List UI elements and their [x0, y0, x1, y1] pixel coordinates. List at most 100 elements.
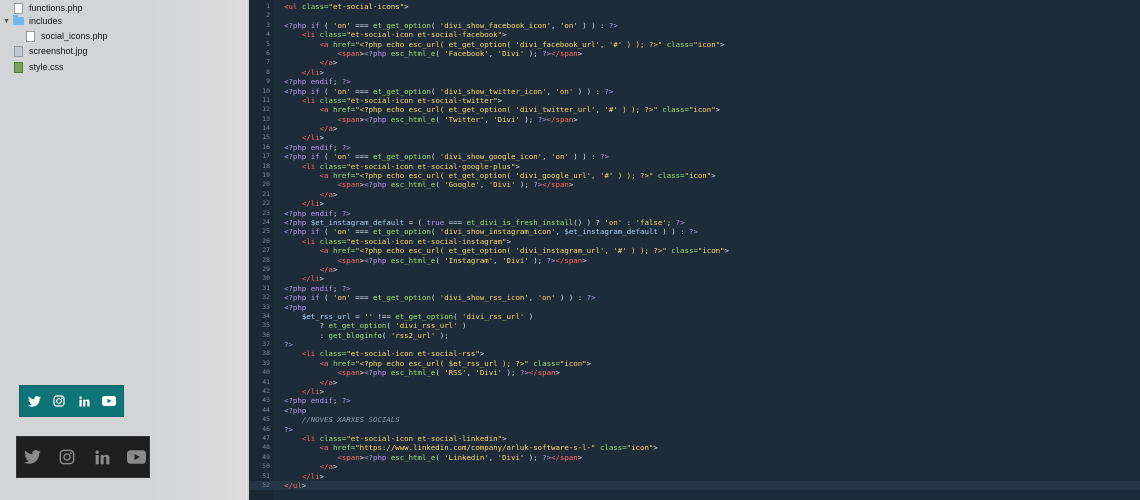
code-text[interactable]: <?php endif; ?> [284, 77, 351, 86]
instagram-icon[interactable] [51, 393, 67, 409]
code-text[interactable]: ?> [284, 425, 293, 434]
code-text[interactable]: <a href="<?php echo esc_url( $et_rss_url… [284, 359, 591, 368]
linkedin-icon[interactable] [92, 447, 112, 467]
code-line[interactable]: 25 <?php if ( 'on' === et_get_option( 'di… [249, 227, 1140, 236]
code-text[interactable]: <li class="et-social-icon et-social-inst… [284, 237, 511, 246]
code-line[interactable]: 12 <a href="<?php echo esc_url( et_get_o… [249, 105, 1140, 114]
code-line[interactable]: 23 <?php endif; ?> [249, 209, 1140, 218]
code-line[interactable]: 41 </a> [249, 378, 1140, 387]
code-line[interactable]: 28 <span><?php esc_html_e( 'Instagram', … [249, 256, 1140, 265]
code-line[interactable]: 32 <?php if ( 'on' === et_get_option( 'di… [249, 293, 1140, 302]
code-line[interactable]: 17 <?php if ( 'on' === et_get_option( 'di… [249, 152, 1140, 161]
code-line[interactable]: 15 </li> [249, 133, 1140, 142]
code-line[interactable]: 18 <li class="et-social-icon et-social-g… [249, 162, 1140, 171]
code-line[interactable]: 46 ?> [249, 425, 1140, 434]
disclosure-triangle-icon[interactable]: ▼ [3, 18, 13, 25]
code-text[interactable]: </li> [284, 472, 324, 481]
code-text[interactable]: </li> [284, 387, 324, 396]
code-line[interactable]: 45 //NOVES XARXES SOCIALS [249, 415, 1140, 424]
code-line[interactable]: 30 </li> [249, 274, 1140, 283]
code-text[interactable]: <li class="et-social-icon et-social-twit… [284, 96, 502, 105]
code-text[interactable]: <span><?php esc_html_e( 'Instagram', 'Di… [284, 256, 586, 265]
tree-item-style-css[interactable]: style.css [14, 59, 64, 75]
code-text[interactable]: : get_bloginfo( 'rss2_url' ); [284, 331, 449, 340]
code-line[interactable]: 7 </a> [249, 58, 1140, 67]
code-line[interactable]: 5 <a href="<?php echo esc_url( et_get_op… [249, 40, 1140, 49]
code-text[interactable]: <li class="et-social-icon et-social-rss"… [284, 349, 484, 358]
code-line[interactable]: 52 </ul> [249, 480, 1140, 491]
code-text[interactable]: <ul class="et-social-icons"> [284, 2, 409, 11]
code-line[interactable]: 16 <?php endif; ?> [249, 143, 1140, 152]
code-text[interactable]: </a> [284, 124, 338, 133]
code-text[interactable]: </a> [284, 462, 338, 471]
code-line[interactable]: 3 <?php if ( 'on' === et_get_option( 'div… [249, 21, 1140, 30]
code-line[interactable]: 24 <?php $et_instagram_default = ( true =… [249, 218, 1140, 227]
code-line[interactable]: 35 ? et_get_option( 'divi_rss_url' ) [249, 321, 1140, 330]
code-text[interactable]: </li> [284, 133, 324, 142]
twitter-icon[interactable] [22, 447, 42, 467]
code-line[interactable]: 20 <span><?php esc_html_e( 'Google', 'Di… [249, 180, 1140, 189]
code-text[interactable]: <?php if ( 'on' === et_get_option( 'divi… [284, 227, 698, 236]
code-text[interactable]: <?php if ( 'on' === et_get_option( 'divi… [284, 21, 618, 30]
code-text[interactable]: </li> [284, 274, 324, 283]
tree-item-social-icons[interactable]: social_icons.php [26, 28, 108, 44]
instagram-icon[interactable] [57, 447, 77, 467]
code-lines[interactable]: 1 <ul class="et-social-icons"> 2 3 <?php if … [249, 2, 1140, 491]
linkedin-icon[interactable] [76, 393, 92, 409]
tree-item-screenshot[interactable]: screenshot.jpg [14, 43, 88, 59]
code-line[interactable]: 29 </a> [249, 265, 1140, 274]
code-text[interactable]: <li class="et-social-icon et-social-link… [284, 434, 507, 443]
code-text[interactable]: <a href="https://www.linkedin.com/compan… [284, 443, 658, 452]
code-text[interactable]: <li class="et-social-icon et-social-face… [284, 30, 507, 39]
code-text[interactable]: <?php endif; ?> [284, 396, 351, 405]
code-line[interactable]: 26 <li class="et-social-icon et-social-i… [249, 237, 1140, 246]
code-text[interactable]: //NOVES XARXES SOCIALS [284, 415, 400, 424]
code-line[interactable]: 51 </li> [249, 472, 1140, 481]
code-line[interactable]: 44 <?php [249, 406, 1140, 415]
tree-item-includes-folder[interactable]: ▼ includes [3, 13, 62, 29]
code-line[interactable]: 47 <li class="et-social-icon et-social-l… [249, 434, 1140, 443]
code-text[interactable]: <span><?php esc_html_e( 'Google', 'Divi'… [284, 180, 573, 189]
code-line[interactable]: 19 <a href="<?php echo esc_url( et_get_o… [249, 171, 1140, 180]
code-line[interactable]: 9 <?php endif; ?> [249, 77, 1140, 86]
code-line[interactable]: 36 : get_bloginfo( 'rss2_url' ); [249, 331, 1140, 340]
code-text[interactable]: <?php endif; ?> [284, 209, 351, 218]
code-line[interactable]: 48 <a href="https://www.linkedin.com/com… [249, 443, 1140, 452]
code-line[interactable]: 49 <span><?php esc_html_e( 'Linkedin', '… [249, 453, 1140, 462]
code-line[interactable]: 4 <li class="et-social-icon et-social-fa… [249, 30, 1140, 39]
code-line[interactable]: 43 <?php endif; ?> [249, 396, 1140, 405]
code-editor[interactable]: 1 <ul class="et-social-icons"> 2 3 <?php if … [249, 0, 1140, 500]
code-line[interactable]: 22 </li> [249, 199, 1140, 208]
code-line[interactable]: 40 <span><?php esc_html_e( 'RSS', 'Divi'… [249, 368, 1140, 377]
code-line[interactable]: 27 <a href="<?php echo esc_url( et_get_o… [249, 246, 1140, 255]
code-text[interactable]: <?php if ( 'on' === et_get_option( 'divi… [284, 293, 596, 302]
code-line[interactable]: 42 </li> [249, 387, 1140, 396]
code-text[interactable]: <?php [284, 406, 306, 415]
code-text[interactable]: </ul> [284, 481, 306, 490]
code-text[interactable]: </li> [284, 68, 324, 77]
code-text[interactable]: <?php endif; ?> [284, 284, 351, 293]
code-text[interactable]: <?php endif; ?> [284, 143, 351, 152]
code-text[interactable]: </a> [284, 190, 338, 199]
code-text[interactable]: </a> [284, 378, 338, 387]
twitter-icon[interactable] [26, 393, 42, 409]
code-line[interactable]: 2 [249, 11, 1140, 20]
code-text[interactable]: <a href="<?php echo esc_url( et_get_opti… [284, 246, 729, 255]
code-text[interactable]: <span><?php esc_html_e( 'RSS', 'Divi' );… [284, 368, 560, 377]
code-text[interactable]: </a> [284, 58, 338, 67]
code-text[interactable]: <?php if ( 'on' === et_get_option( 'divi… [284, 87, 613, 96]
code-text[interactable]: </li> [284, 199, 324, 208]
code-line[interactable]: 8 </li> [249, 68, 1140, 77]
code-line[interactable]: 11 <li class="et-social-icon et-social-t… [249, 96, 1140, 105]
code-line[interactable]: 21 </a> [249, 190, 1140, 199]
code-line[interactable]: 14 </a> [249, 124, 1140, 133]
code-text[interactable]: </a> [284, 265, 338, 274]
code-text[interactable]: <li class="et-social-icon et-social-goog… [284, 162, 520, 171]
code-line[interactable]: 38 <li class="et-social-icon et-social-r… [249, 349, 1140, 358]
code-text[interactable]: <a href="<?php echo esc_url( et_get_opti… [284, 171, 716, 180]
code-line[interactable]: 50 </a> [249, 462, 1140, 471]
code-line[interactable]: 33 <?php [249, 303, 1140, 312]
code-text[interactable]: <?php $et_instagram_default = ( true ===… [284, 218, 685, 227]
code-text[interactable]: <span><?php esc_html_e( 'Linkedin', 'Div… [284, 453, 582, 462]
youtube-icon[interactable] [101, 393, 117, 409]
